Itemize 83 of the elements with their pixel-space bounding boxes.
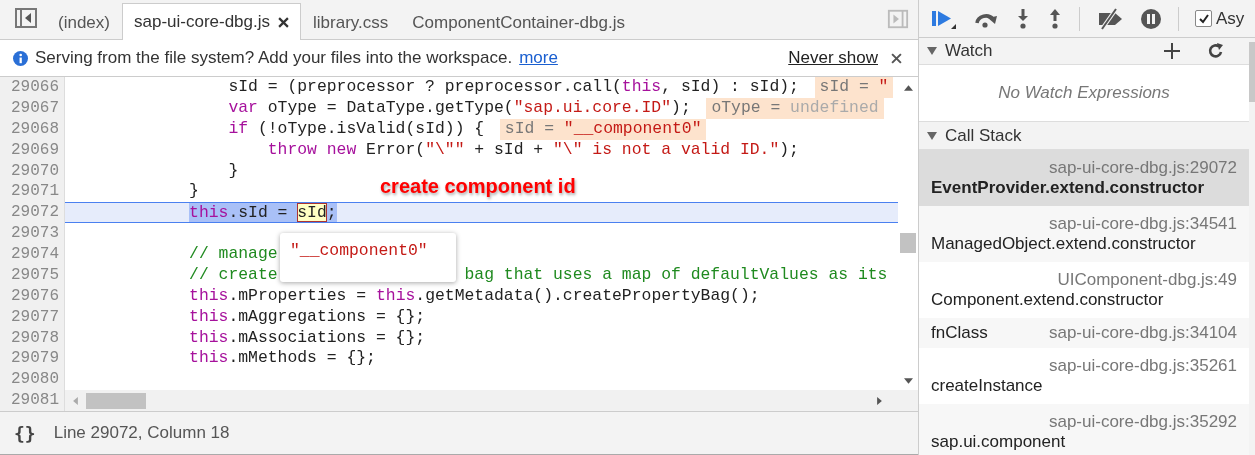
scroll-up-icon[interactable] [903,85,913,91]
pause-on-exceptions-icon[interactable] [1140,7,1162,30]
section-title[interactable]: Call Stack [945,125,1022,146]
scroll-down-icon[interactable] [903,378,913,384]
file-location: sap-ui-core-dbg.js:35292 [1048,412,1237,432]
call-frame[interactable]: sap-ui-core-dbg.js:29072 EventProvider.extend.constructor [919,150,1249,206]
file-tab[interactable]: library.css [301,4,401,40]
expand-arrow-icon[interactable] [927,46,937,56]
scrollbar-thumb[interactable] [86,392,146,409]
file-location: sap-ui-core-dbg.js:34104 [1048,323,1237,343]
refresh-icon[interactable] [1208,43,1224,59]
line-number: 29067 [10,97,60,119]
line-number: 29069 [10,139,60,161]
call-frame[interactable]: sap-ui-core-dbg.js:35292 sap.ui.component [919,404,1249,455]
file-location: UIComponent-dbg.js:49 [1057,270,1237,290]
code-line: } [228,160,239,182]
value-tooltip: "__component0" [280,233,456,282]
code-line: // manage [189,244,278,265]
line-number: 29070 [10,160,60,182]
close-icon[interactable] [278,16,290,28]
code-line: this.mProperties = this.getMetadata().createPropertyBag(); [189,285,760,307]
more-link[interactable]: more [519,48,558,68]
function-name: Component.extend.constructor [931,290,1165,310]
function-name: sap.ui.component [931,432,1067,452]
line-number: 29077 [10,306,60,328]
line-number: 29074 [10,244,60,265]
line-number: 29081 [10,390,60,411]
call-frame[interactable]: UIComponent-dbg.js:49 Component.extend.constructor [919,262,1249,318]
info-message: Serving from the file system? Add your files into the workspace. [35,48,513,68]
file-tab[interactable]: (index) [46,4,122,40]
async-label: Asy [1216,8,1245,29]
code-line: if (!oType.isValid(sId)) { [228,118,485,140]
code-line: sId = (preprocessor ? preprocessor.call(this, sId) : sId); [228,77,799,98]
line-number: 29071 [10,181,60,203]
debugger-toggle-icon[interactable] [887,8,909,30]
deactivate-breakpoints-icon[interactable] [1096,7,1124,30]
file-location: sap-ui-core-dbg.js:29072 [1048,158,1237,178]
empty-watch-message: No Watch Expressions [998,83,1170,103]
function-name: ManagedObject.extend.constructor [931,234,1197,254]
scrollbar-thumb[interactable] [1249,42,1255,102]
line-number: 29068 [10,118,60,140]
file-tab[interactable]: sap-ui-core-dbg.js [121,3,302,40]
inline-value: oType = undefined [706,97,884,119]
line-number: 29080 [10,369,60,391]
function-name: createInstance [931,376,1044,396]
add-icon[interactable] [1164,43,1180,59]
line-number: 29079 [10,348,60,370]
line-number: 29076 [10,285,60,307]
line-number: 29075 [10,264,60,286]
never-show-link[interactable]: Never show [788,48,878,68]
call-frame[interactable]: fnClass sap-ui-core-dbg.js:34104 [919,318,1249,348]
call-frame[interactable]: sap-ui-core-dbg.js:35261 createInstance [919,348,1249,404]
code-line: this.mAggregations = {}; [189,306,426,328]
annotation-text: create component id [380,175,576,198]
line-number: 29072 [10,202,60,224]
code-line: this.mAssociations = {}; [189,327,426,349]
file-location: sap-ui-core-dbg.js:35261 [1048,356,1237,376]
step-out-icon[interactable] [1047,7,1063,30]
cursor-position: Line 29072, Column 18 [53,423,230,443]
line-number: 29078 [10,327,60,349]
scrollbar-thumb[interactable] [900,233,916,253]
line-number: 29066 [10,77,60,98]
sidebar-toggle-icon[interactable] [14,6,38,30]
call-frame[interactable]: sap-ui-core-dbg.js:34541 ManagedObject.extend.constructor [919,206,1249,262]
expand-arrow-icon[interactable] [927,130,937,141]
section-title[interactable]: Watch [945,41,993,61]
inline-value: sId = "__component0" [499,118,707,140]
code-line: this.sId = sId; [189,203,337,223]
inline-value: sId = " [814,77,894,98]
code-line: var oType = DataType.getType("sap.ui.core.ID"); [228,97,691,119]
file-tab[interactable]: ComponentContainer-dbg.js [400,4,637,40]
code-line: throw new Error("\"" + sId + "\" is not a valid ID."); [267,139,799,161]
close-icon[interactable] [891,52,902,64]
info-icon [13,50,28,66]
line-number: 29073 [10,223,60,244]
scroll-right-icon[interactable] [877,396,882,405]
function-name: fnClass [931,323,988,343]
pretty-print-button[interactable]: {} [14,422,36,444]
file-location: sap-ui-core-dbg.js:34541 [1048,214,1237,234]
async-checkbox[interactable] [1195,10,1212,27]
function-name: EventProvider.extend.constructor [931,178,1206,198]
code-line: } [189,181,199,203]
code-line: this.mMethods = {}; [189,348,376,370]
